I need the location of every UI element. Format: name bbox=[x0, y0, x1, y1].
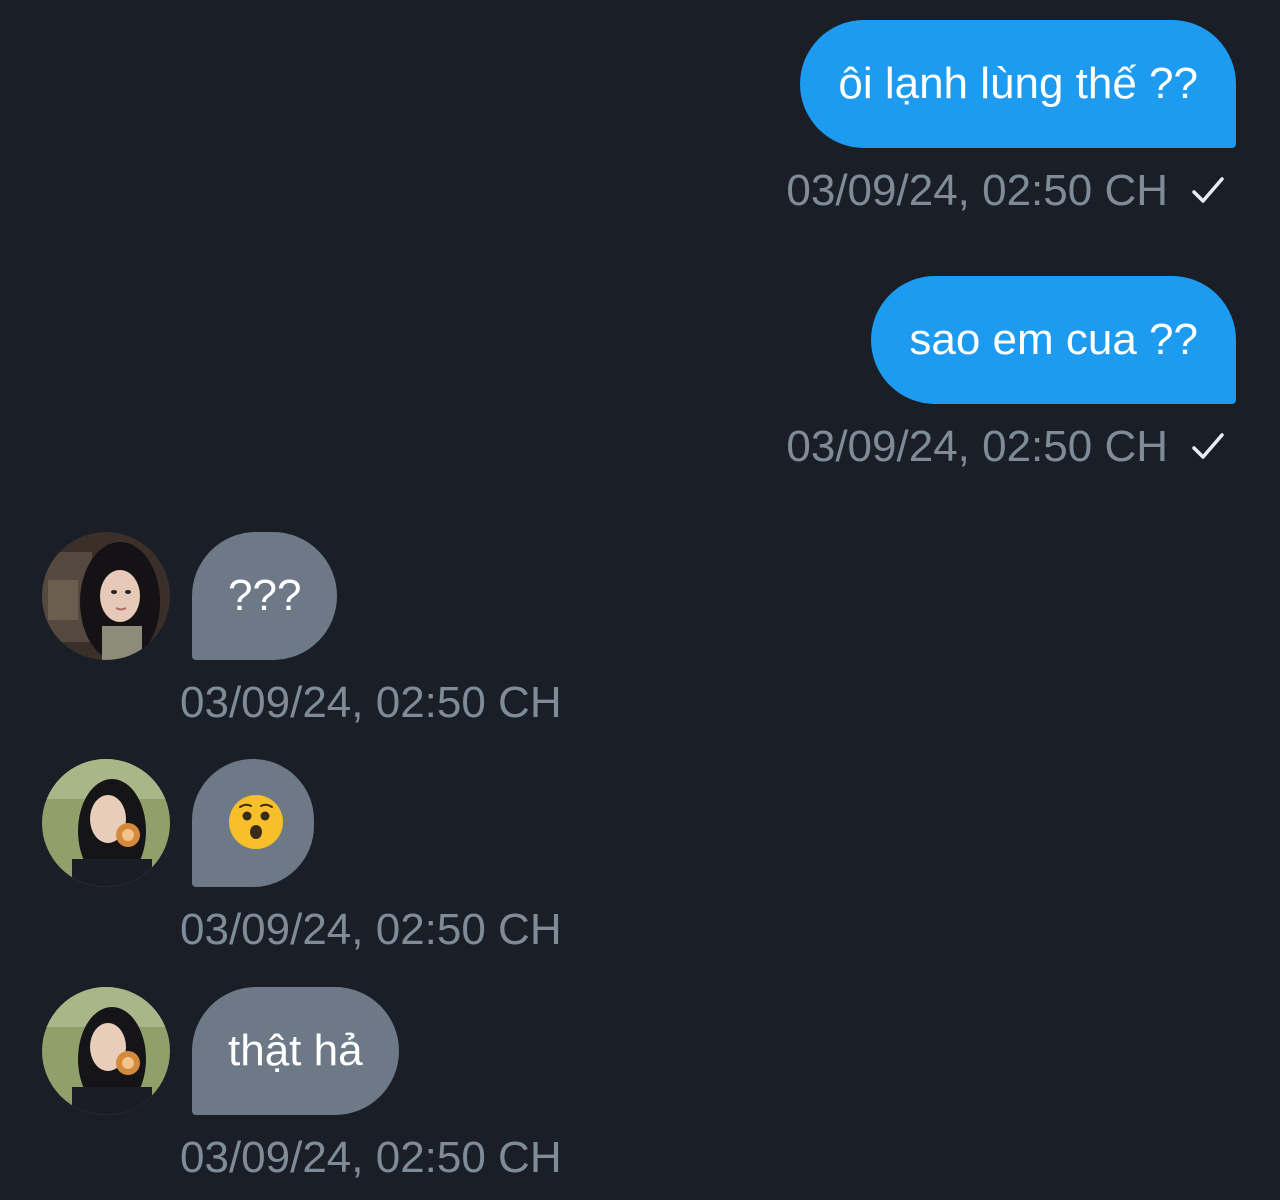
avatar-photo-outdoor-icon bbox=[42, 987, 170, 1115]
received-message-bubble[interactable] bbox=[192, 759, 314, 887]
message-text: sao em cua ?? bbox=[909, 315, 1198, 364]
message-timestamp: 03/09/24, 02:50 CH bbox=[180, 905, 562, 954]
message-timestamp: 03/09/24, 02:50 CH bbox=[786, 166, 1168, 215]
avatar[interactable] bbox=[42, 532, 170, 660]
received-message-bubble[interactable]: thật hả bbox=[192, 987, 399, 1115]
message-text: ôi lạnh lùng thế ?? bbox=[838, 59, 1198, 108]
check-icon bbox=[1192, 433, 1224, 459]
message-text: thật hả bbox=[228, 1026, 363, 1075]
avatar-photo-outdoor-icon bbox=[42, 759, 170, 887]
message-meta: 03/09/24, 02:50 CH bbox=[786, 422, 1228, 472]
avatar[interactable] bbox=[42, 759, 170, 887]
message-timestamp: 03/09/24, 02:50 CH bbox=[786, 422, 1168, 471]
check-icon bbox=[1192, 177, 1224, 203]
received-message-bubble[interactable]: ??? bbox=[192, 532, 338, 660]
message-meta: 03/09/24, 02:50 CH bbox=[786, 166, 1228, 216]
message-text: ??? bbox=[228, 571, 302, 620]
sent-message-bubble[interactable]: ôi lạnh lùng thế ?? bbox=[800, 20, 1236, 148]
avatar[interactable] bbox=[42, 987, 170, 1115]
avatar-photo-dark-hair-icon bbox=[42, 532, 170, 660]
message-timestamp: 03/09/24, 02:50 CH bbox=[180, 1133, 562, 1182]
chat-thread: ôi lạnh lùng thế ?? 03/09/24, 02:50 CH s… bbox=[0, 0, 1280, 1200]
frowning-face-open-mouth-icon bbox=[229, 795, 283, 850]
message-timestamp: 03/09/24, 02:50 CH bbox=[180, 678, 562, 727]
sent-message-bubble[interactable]: sao em cua ?? bbox=[871, 276, 1236, 404]
